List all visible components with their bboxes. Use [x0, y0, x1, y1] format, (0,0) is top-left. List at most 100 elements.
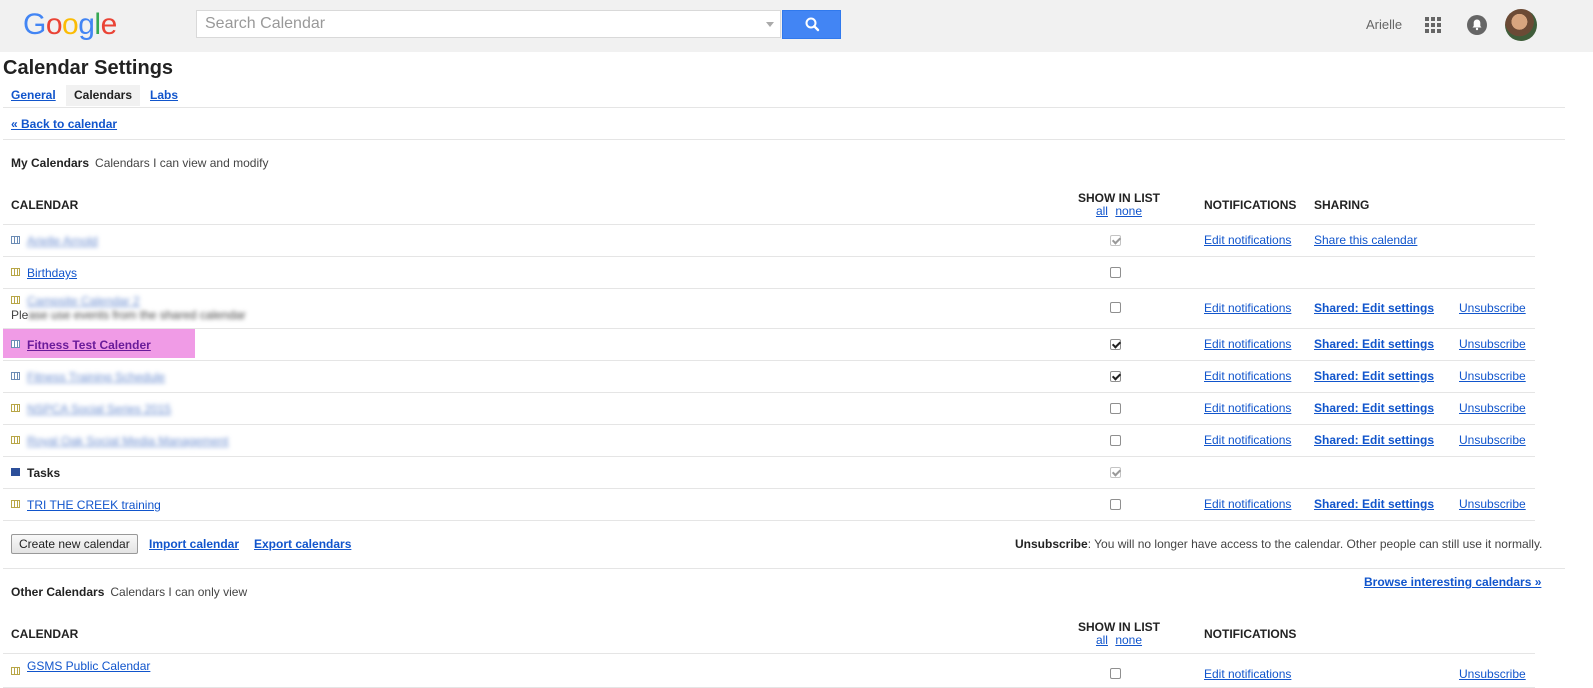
calendar-row: Birthdays	[3, 257, 1535, 289]
section-title: My Calendars	[11, 156, 90, 170]
calendar-row: Royal Oak Social Media Management Edit no…	[3, 425, 1535, 457]
search-box[interactable]	[196, 10, 781, 38]
back-to-calendar-link[interactable]: « Back to calendar	[11, 117, 117, 131]
edit-notifications-link[interactable]: Edit notifications	[1204, 301, 1291, 315]
create-calendar-button[interactable]: Create new calendar	[11, 534, 138, 554]
show-all-link[interactable]: all	[1096, 204, 1108, 218]
calendar-note: Please use events from the shared calend…	[11, 308, 246, 322]
calendar-name-link[interactable]: NSPCA Social Series 2015	[27, 402, 171, 416]
calendar-row: Arielle Arnold Edit notifications Share th…	[3, 225, 1535, 257]
column-header-notifications: NOTIFICATIONS	[1204, 627, 1297, 641]
show-none-link[interactable]: none	[1115, 204, 1142, 218]
top-bar: Google Arielle	[0, 0, 1593, 52]
show-in-list-checkbox[interactable]	[1110, 499, 1121, 510]
tabs-divider	[3, 107, 1565, 108]
calendar-name-text: Royal Oak Social Media Management	[27, 434, 229, 448]
google-logo[interactable]: Google	[23, 8, 117, 42]
column-header-show-in-list: SHOW IN LIST all none	[1074, 621, 1164, 647]
calendar-name-link[interactable]: Royal Oak Social Media Management	[27, 434, 228, 448]
search-button[interactable]	[782, 10, 841, 39]
show-in-list-checkbox[interactable]	[1110, 339, 1121, 350]
tab-labs[interactable]: Labs	[142, 85, 186, 106]
show-in-list-checkbox[interactable]	[1110, 267, 1121, 278]
calendar-icon	[11, 340, 20, 348]
show-all-link[interactable]: all	[1096, 633, 1108, 647]
bell-icon[interactable]	[1467, 15, 1487, 35]
edit-notifications-link[interactable]: Edit notifications	[1204, 337, 1291, 351]
edit-notifications-link[interactable]: Edit notifications	[1204, 433, 1291, 447]
edit-notifications-link[interactable]: Edit notifications	[1204, 233, 1291, 247]
account-name[interactable]: Arielle	[1366, 17, 1402, 32]
unsubscribe-link[interactable]: Unsubscribe	[1459, 667, 1526, 681]
calendar-name-link[interactable]: Fitness Training Schedule	[27, 370, 165, 384]
calendar-name-text: Campsite Calendar 2	[27, 294, 140, 308]
edit-notifications-link[interactable]: Edit notifications	[1204, 369, 1291, 383]
apps-grid-icon[interactable]	[1424, 16, 1442, 34]
search-icon	[805, 17, 820, 32]
show-in-list-checkbox	[1110, 235, 1121, 246]
column-header-sharing: SHARING	[1314, 198, 1370, 212]
calendar-icon	[11, 667, 20, 675]
show-in-list-checkbox[interactable]	[1110, 371, 1121, 382]
edit-sharing-settings-link[interactable]: Shared: Edit settings	[1314, 497, 1434, 511]
unsubscribe-note-text: : You will no longer have access to the …	[1087, 537, 1543, 551]
calendar-icon	[11, 268, 20, 276]
show-in-list-checkbox[interactable]	[1110, 302, 1121, 313]
calendar-name-text: Birthdays	[27, 266, 78, 280]
calendar-row: Fitness Training Schedule Edit notificati…	[3, 361, 1535, 393]
header-divider	[3, 653, 1535, 654]
import-calendar-link[interactable]: Import calendar	[149, 537, 239, 551]
calendar-name-text: NSPCA Social Series 2015	[27, 402, 172, 416]
edit-sharing-settings-link[interactable]: Shared: Edit settings	[1314, 337, 1434, 351]
tab-general[interactable]: General	[3, 85, 64, 106]
calendar-name-link[interactable]: TRI THE CREEK training	[27, 498, 161, 512]
export-calendars-link[interactable]: Export calendars	[254, 537, 351, 551]
calendar-name-link[interactable]: Campsite Calendar 2	[27, 294, 140, 308]
tab-calendars[interactable]: Calendars	[66, 85, 141, 106]
unsubscribe-link[interactable]: Unsubscribe	[1459, 497, 1526, 511]
calendar-icon	[11, 500, 20, 508]
calendar-row: TRI THE CREEK training Edit notifications…	[3, 489, 1535, 521]
unsubscribe-link[interactable]: Unsubscribe	[1459, 369, 1526, 383]
calendar-row: NSPCA Social Series 2015 Edit notificatio…	[3, 393, 1535, 425]
edit-notifications-link[interactable]: Edit notifications	[1204, 401, 1291, 415]
calendar-icon	[11, 436, 20, 444]
column-header-calendar: CALENDAR	[11, 627, 79, 641]
logo-letter: o	[62, 8, 79, 41]
avatar[interactable]	[1505, 9, 1537, 41]
calendar-icon	[11, 372, 20, 380]
calendar-name-link[interactable]: Tasks	[27, 466, 60, 480]
show-none-link[interactable]: none	[1115, 633, 1142, 647]
edit-sharing-settings-link[interactable]: Shared: Edit settings	[1314, 301, 1434, 315]
share-calendar-link[interactable]: Share this calendar	[1314, 233, 1417, 247]
calendar-name-link[interactable]: Birthdays	[27, 266, 77, 280]
show-in-list-checkbox[interactable]	[1110, 403, 1121, 414]
edit-sharing-settings-link[interactable]: Shared: Edit settings	[1314, 401, 1434, 415]
edit-notifications-link[interactable]: Edit notifications	[1204, 497, 1291, 511]
search-options-caret-icon[interactable]	[766, 22, 774, 27]
calendar-name-text: Fitness Training Schedule	[27, 370, 166, 384]
calendar-name-link[interactable]: Arielle Arnold	[27, 234, 98, 248]
calendar-icon	[11, 236, 20, 244]
calendar-name-text: Tasks	[27, 466, 61, 480]
logo-letter: e	[100, 8, 118, 41]
unsubscribe-link[interactable]: Unsubscribe	[1459, 337, 1526, 351]
edit-notifications-link[interactable]: Edit notifications	[1204, 667, 1291, 681]
calendar-row: Campsite Calendar 2 Please use events fro…	[3, 289, 1535, 329]
my-calendars-heading: My Calendars Calendars I can view and mod…	[11, 156, 268, 170]
browse-calendars-link[interactable]: Browse interesting calendars »	[1364, 575, 1541, 589]
unsubscribe-note: Unsubscribe: You will no longer have acc…	[1015, 537, 1542, 551]
show-in-list-checkbox[interactable]	[1110, 668, 1121, 679]
unsubscribe-link[interactable]: Unsubscribe	[1459, 401, 1526, 415]
calendar-name-text: TRI THE CREEK training	[27, 498, 161, 512]
calendar-name-link[interactable]: Fitness Test Calender	[27, 338, 151, 352]
other-calendars-heading: Other Calendars Calendars I can only view	[11, 585, 247, 599]
edit-sharing-settings-link[interactable]: Shared: Edit settings	[1314, 433, 1434, 447]
calendar-icon	[11, 468, 20, 476]
show-in-list-checkbox[interactable]	[1110, 435, 1121, 446]
calendar-name-link[interactable]: GSMS Public Calendar	[27, 659, 150, 673]
unsubscribe-link[interactable]: Unsubscribe	[1459, 433, 1526, 447]
unsubscribe-link[interactable]: Unsubscribe	[1459, 301, 1526, 315]
edit-sharing-settings-link[interactable]: Shared: Edit settings	[1314, 369, 1434, 383]
search-input[interactable]	[197, 11, 763, 37]
